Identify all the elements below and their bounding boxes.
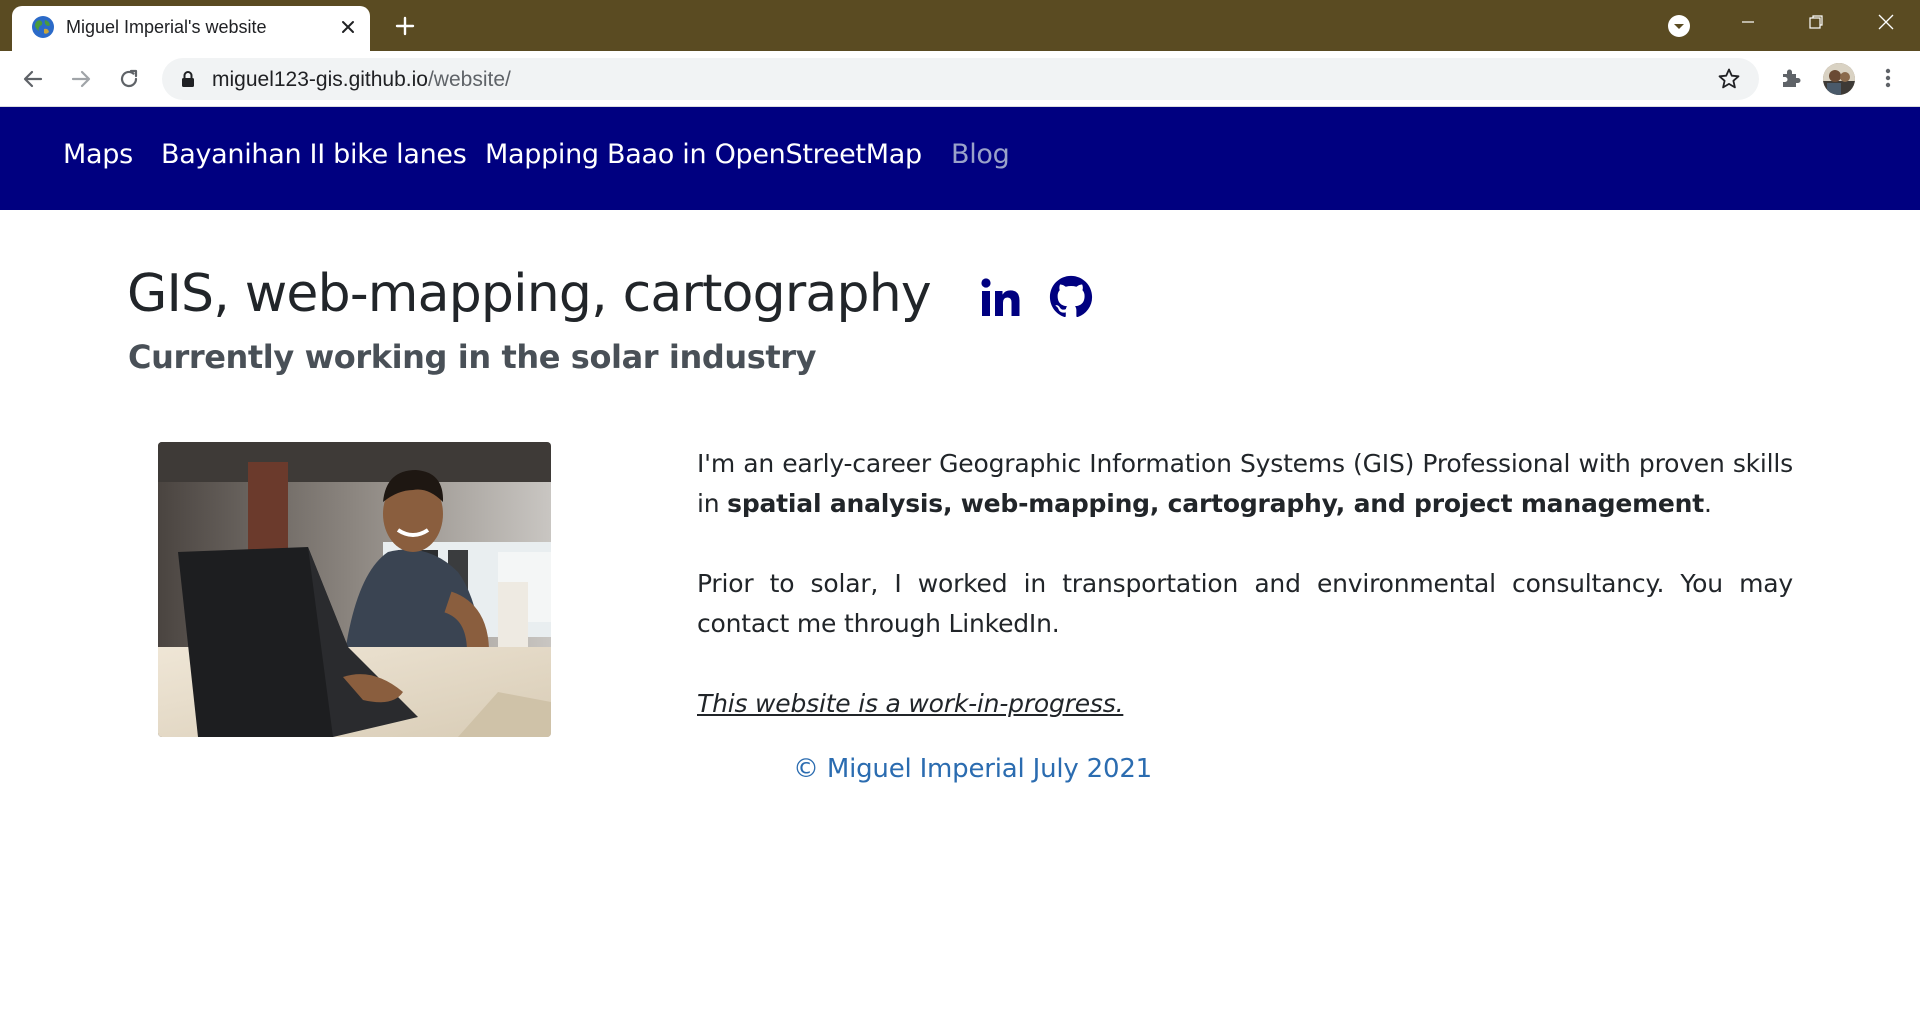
restore-button[interactable] [1788,0,1844,44]
restore-icon [1809,15,1823,29]
browser-toolbar: miguel123-gis.github.io/website/ [0,51,1920,107]
profile-avatar[interactable] [1823,63,1855,95]
reload-icon [120,69,138,88]
avatar-image [1823,63,1855,95]
nav-link-bike-lanes[interactable]: Bayanihan II bike lanes [161,139,467,170]
tab-title: Miguel Imperial's website [66,17,267,37]
bio-paragraph-background: Prior to solar, I worked in transportati… [697,569,1793,638]
github-icon[interactable] [1049,275,1093,319]
bio-skills-bold: spatial analysis, web-mapping, cartograp… [727,489,1705,518]
url-host: miguel123-gis.github.io [212,68,428,91]
site-navbar: Maps Bayanihan II bike lanes Mapping Baa… [0,107,1920,210]
back-button[interactable] [17,63,49,95]
bio-section: I'm an early-career Geographic Informati… [697,444,1793,764]
nav-link-mapping-baao[interactable]: Mapping Baao in OpenStreetMap [485,139,922,170]
footer-copyright: © Miguel Imperial July 2021 [793,754,1153,784]
nav-link-blog[interactable]: Blog [951,139,1010,170]
person-with-laptop-image [158,442,551,737]
minimize-icon [1742,21,1754,23]
bio-intro-end: . [1704,489,1712,518]
address-bar[interactable]: miguel123-gis.github.io/website/ [162,58,1759,100]
more-vertical-icon[interactable] [1875,65,1901,91]
new-tab-button[interactable] [390,11,420,41]
page-title: GIS, web-mapping, cartography [127,264,932,324]
browser-titlebar: Miguel Imperial's website [0,0,1920,51]
bookmark-star-icon[interactable] [1717,67,1741,91]
plus-icon [395,16,415,36]
url-text[interactable]: miguel123-gis.github.io/website/ [212,68,511,92]
url-path: /website/ [427,68,511,91]
bio-paragraph-intro: I'm an early-career Geographic Informati… [697,444,1793,524]
globe-favicon-icon [32,16,54,38]
arrow-left-icon [23,70,43,88]
window-close-button[interactable] [1858,0,1914,44]
extensions-puzzle-icon[interactable] [1778,65,1804,91]
tab-search-button[interactable] [1666,13,1692,39]
nav-link-maps[interactable]: Maps [63,139,133,170]
lock-icon[interactable] [180,70,196,88]
linkedin-icon[interactable] [979,276,1023,320]
arrow-right-icon [71,70,91,88]
browser-tab[interactable]: Miguel Imperial's website [12,6,370,51]
minimize-button[interactable] [1720,0,1776,44]
reload-button[interactable] [113,63,145,95]
close-icon [1878,14,1894,30]
profile-photo [158,442,551,737]
page-subtitle: Currently working in the solar industry [128,338,817,376]
forward-button[interactable] [65,63,97,95]
work-in-progress-note: This website is a work-in-progress. [697,689,1124,718]
tab-close-button[interactable] [335,14,361,40]
close-icon [342,21,354,33]
